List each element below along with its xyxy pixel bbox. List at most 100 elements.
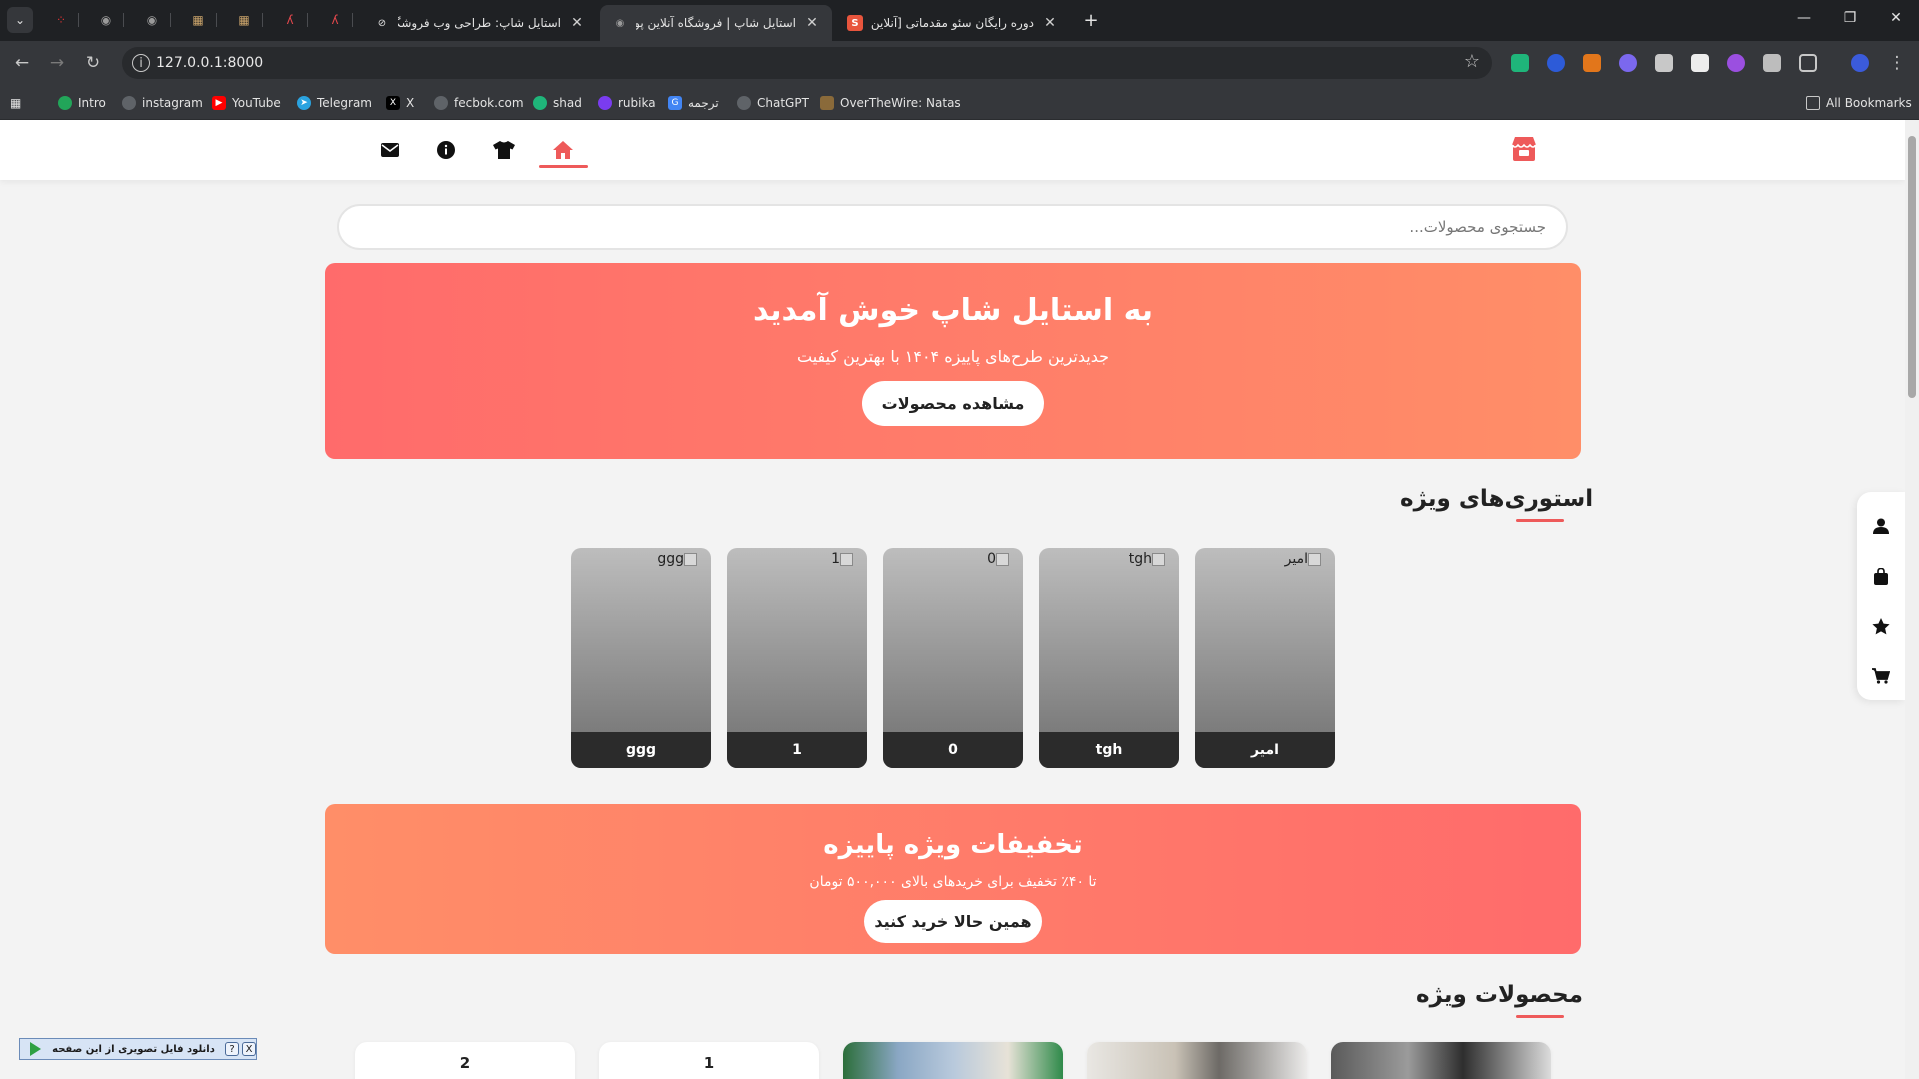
hero-banner: به استایل شاپ خوش آمدید جدیدترین طرح‌های… bbox=[325, 263, 1581, 459]
story-card[interactable]: 0 0 bbox=[883, 548, 1023, 768]
home-icon[interactable] bbox=[551, 138, 575, 162]
envelope-icon[interactable] bbox=[378, 138, 402, 162]
apps-grid-icon[interactable]: ▦ bbox=[10, 93, 21, 113]
download-image-toolbar[interactable]: دانلود فایل تصویری از این صفحه ? X bbox=[19, 1038, 257, 1060]
product-card[interactable] bbox=[1087, 1042, 1307, 1079]
forward-icon[interactable]: → bbox=[45, 51, 69, 75]
product-image bbox=[1087, 1042, 1307, 1079]
bookmark-intro[interactable]: Intro bbox=[58, 93, 106, 113]
new-tab-button[interactable]: + bbox=[1080, 10, 1102, 31]
bookmark-fecbok[interactable]: fecbok.com bbox=[434, 93, 524, 113]
pinned-tab-5[interactable]: ▦ bbox=[233, 10, 255, 30]
pinned-tab-7[interactable]: ʎ bbox=[324, 10, 346, 30]
back-icon[interactable]: ← bbox=[10, 51, 34, 75]
close-icon[interactable]: ✕ bbox=[804, 15, 820, 31]
natas-icon bbox=[820, 96, 834, 110]
minimize-button[interactable]: — bbox=[1793, 10, 1815, 30]
user-icon[interactable] bbox=[1871, 516, 1891, 536]
pinned-tab-4[interactable]: ▦ bbox=[187, 10, 209, 30]
story-card[interactable]: امیر امیر bbox=[1195, 548, 1335, 768]
pinned-tab-2[interactable]: ◉ bbox=[95, 10, 117, 30]
close-window-button[interactable]: ✕ bbox=[1885, 10, 1907, 30]
menu-dots-icon[interactable]: ⋮ bbox=[1885, 51, 1909, 75]
story-label: tgh bbox=[1039, 732, 1179, 768]
side-dock bbox=[1857, 492, 1905, 700]
bookmark-chatgpt[interactable]: ChatGPT bbox=[737, 93, 809, 113]
globe-icon: ◉ bbox=[615, 17, 625, 29]
bookmark-youtube[interactable]: ▶ YouTube bbox=[212, 93, 281, 113]
featured-products-title: محصولات ویژه bbox=[1416, 982, 1583, 1008]
close-icon[interactable]: X bbox=[242, 1042, 256, 1056]
rubika-icon bbox=[598, 96, 612, 110]
shop-now-button[interactable]: همین حالا خرید کنید bbox=[864, 900, 1042, 943]
scrollbar-thumb[interactable] bbox=[1908, 136, 1916, 398]
all-bookmarks[interactable]: All Bookmarks bbox=[1806, 93, 1912, 113]
product-image bbox=[843, 1042, 1063, 1079]
close-icon[interactable]: ✕ bbox=[1042, 15, 1058, 31]
store-icon[interactable] bbox=[1510, 135, 1538, 163]
story-card[interactable]: ggg ggg bbox=[571, 548, 711, 768]
profile-avatar[interactable] bbox=[1851, 54, 1869, 72]
x-icon: X bbox=[386, 96, 400, 110]
featured-title-underline bbox=[1516, 1015, 1564, 1018]
chatgpt-icon bbox=[737, 96, 751, 110]
extension-icon-8[interactable] bbox=[1763, 54, 1781, 72]
product-image bbox=[1331, 1042, 1551, 1079]
product-card[interactable] bbox=[843, 1042, 1063, 1079]
restore-button[interactable]: ❐ bbox=[1839, 10, 1861, 30]
stories-title-underline bbox=[1516, 519, 1564, 522]
active-nav-indicator bbox=[539, 165, 588, 168]
story-card[interactable]: 1 1 bbox=[727, 548, 867, 768]
bookmark-x[interactable]: XX bbox=[386, 93, 414, 113]
bag-icon[interactable] bbox=[1871, 566, 1891, 586]
tab-1[interactable]: ◉ استایل شاپ | فروشگاه آنلاین پوشاک ✕ bbox=[600, 5, 832, 41]
cart-icon[interactable] bbox=[1871, 666, 1891, 686]
extension-icon-4[interactable] bbox=[1619, 54, 1637, 72]
pinned-tab-3[interactable]: ◉ bbox=[141, 10, 163, 30]
broken-image-icon bbox=[684, 552, 697, 566]
play-icon[interactable] bbox=[30, 1042, 41, 1056]
tab-0[interactable]: ⊘ استایل شاپ: طراحی وب فروشگاهی ✕ bbox=[362, 5, 597, 41]
reload-icon[interactable]: ↻ bbox=[81, 51, 105, 75]
product-card[interactable]: 2 bbox=[355, 1042, 575, 1079]
star-icon[interactable] bbox=[1871, 616, 1891, 636]
site-info-icon[interactable]: i bbox=[132, 54, 150, 72]
story-label: 1 bbox=[727, 732, 867, 768]
page-viewport: به استایل شاپ خوش آمدید جدیدترین طرح‌های… bbox=[0, 120, 1919, 1079]
bookmark-instagram[interactable]: instagram bbox=[122, 93, 203, 113]
qr-extension-icon[interactable] bbox=[1691, 54, 1709, 72]
pinned-tab-1[interactable]: ⁘ bbox=[50, 10, 72, 30]
address-bar[interactable]: i 127.0.0.1:8000 ☆ bbox=[122, 47, 1492, 79]
shirt-icon[interactable] bbox=[492, 138, 516, 162]
extensions-puzzle-icon[interactable] bbox=[1799, 54, 1817, 72]
tab-search-button[interactable]: ⌄ bbox=[7, 7, 33, 33]
page-scrollbar[interactable] bbox=[1905, 120, 1919, 1079]
help-icon[interactable]: ? bbox=[225, 1042, 239, 1056]
youtube-icon: ▶ bbox=[212, 96, 226, 110]
shield-extension-icon[interactable] bbox=[1511, 54, 1529, 72]
fox-extension-icon[interactable] bbox=[1583, 54, 1601, 72]
pinned-tab-6[interactable]: ʎ bbox=[279, 10, 301, 30]
extension-icon-5[interactable] bbox=[1655, 54, 1673, 72]
product-card[interactable]: 1 bbox=[599, 1042, 819, 1079]
hero-title: به استایل شاپ خوش آمدید bbox=[752, 293, 1154, 328]
extension-icon-7[interactable] bbox=[1727, 54, 1745, 72]
info-icon[interactable] bbox=[434, 138, 458, 162]
extension-icon-2[interactable] bbox=[1547, 54, 1565, 72]
bookmark-rubika[interactable]: rubika bbox=[598, 93, 656, 113]
broken-image-icon bbox=[1308, 552, 1321, 566]
tab-2[interactable]: S دوره رایگان سئو مقدماتی [آنلاین و ✕ bbox=[835, 5, 1070, 41]
close-icon[interactable]: ✕ bbox=[569, 15, 585, 31]
bookmark-translate[interactable]: G ترجمه bbox=[668, 93, 719, 113]
bookmark-natas[interactable]: OverTheWire: Natas bbox=[820, 93, 961, 113]
bookmark-telegram[interactable]: ➤ Telegram bbox=[297, 93, 372, 113]
download-label[interactable]: دانلود فایل تصویری از این صفحه bbox=[45, 1044, 222, 1055]
product-card[interactable] bbox=[1331, 1042, 1551, 1079]
view-products-button[interactable]: مشاهده محصولات bbox=[862, 381, 1044, 426]
url-text: 127.0.0.1:8000 bbox=[156, 55, 264, 71]
story-card[interactable]: tgh tgh bbox=[1039, 548, 1179, 768]
bookmark-star-icon[interactable]: ☆ bbox=[1464, 51, 1480, 72]
telegram-icon: ➤ bbox=[297, 96, 311, 110]
search-input[interactable] bbox=[337, 204, 1568, 250]
bookmark-shad[interactable]: shad bbox=[533, 93, 582, 113]
